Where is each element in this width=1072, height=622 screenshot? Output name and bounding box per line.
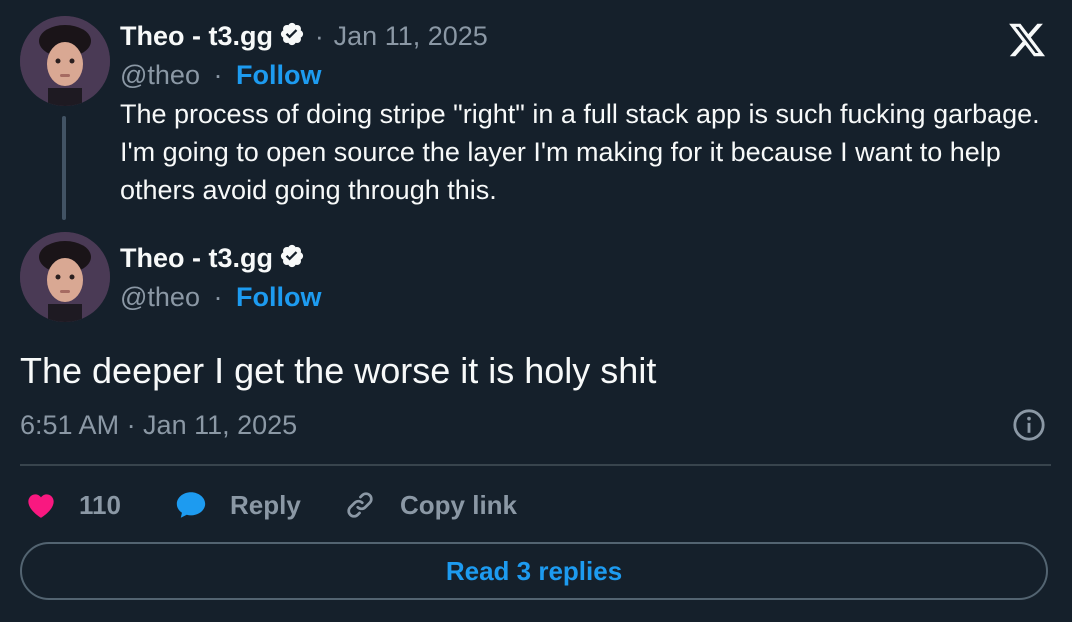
- main-timestamp[interactable]: 6:51 AM · Jan 11, 2025: [20, 410, 297, 441]
- read-replies-label: Read 3 replies: [445, 555, 623, 586]
- divider: [20, 464, 1051, 466]
- parent-tweet-text: The process of doing stripe "right" in a…: [120, 99, 1040, 205]
- parent-header: Theo - t3.gg · Jan 11, 2025: [120, 18, 488, 54]
- reply-bubble-icon: [172, 488, 210, 522]
- reply-button[interactable]: Reply: [172, 485, 301, 525]
- copy-link-label: Copy link: [400, 489, 518, 520]
- read-replies-button[interactable]: Read 3 replies: [20, 542, 1048, 600]
- main-header: Theo - t3.gg: [120, 240, 305, 276]
- info-icon[interactable]: [1012, 408, 1046, 442]
- link-icon: [342, 487, 378, 523]
- parent-handle-row: @theo · Follow: [120, 60, 321, 91]
- heart-icon: [24, 489, 58, 521]
- x-logo-icon[interactable]: [1006, 20, 1048, 60]
- parent-date[interactable]: Jan 11, 2025: [334, 21, 488, 52]
- main-avatar[interactable]: [20, 232, 110, 322]
- parent-handle-separator: ·: [213, 60, 223, 90]
- reply-label: Reply: [230, 489, 301, 520]
- main-follow-link[interactable]: Follow: [236, 282, 321, 312]
- like-button[interactable]: 110: [24, 485, 121, 525]
- thread-connector-line: [62, 116, 66, 220]
- parent-author-name[interactable]: Theo - t3.gg: [120, 21, 273, 52]
- like-count: 110: [79, 489, 121, 520]
- main-handle[interactable]: @theo: [120, 282, 200, 312]
- verified-badge-icon: [279, 243, 305, 274]
- parent-separator: ·: [314, 20, 324, 51]
- main-handle-row: @theo · Follow: [120, 282, 321, 313]
- main-handle-separator: ·: [213, 282, 223, 312]
- main-author-name[interactable]: Theo - t3.gg: [120, 243, 273, 274]
- main-tweet-text: The deeper I get the worse it is holy sh…: [20, 350, 657, 391]
- copy-link-button[interactable]: Copy link: [342, 485, 517, 525]
- parent-follow-link[interactable]: Follow: [236, 60, 321, 90]
- parent-handle[interactable]: @theo: [120, 60, 200, 90]
- verified-badge-icon: [279, 21, 305, 52]
- parent-avatar[interactable]: [20, 16, 110, 106]
